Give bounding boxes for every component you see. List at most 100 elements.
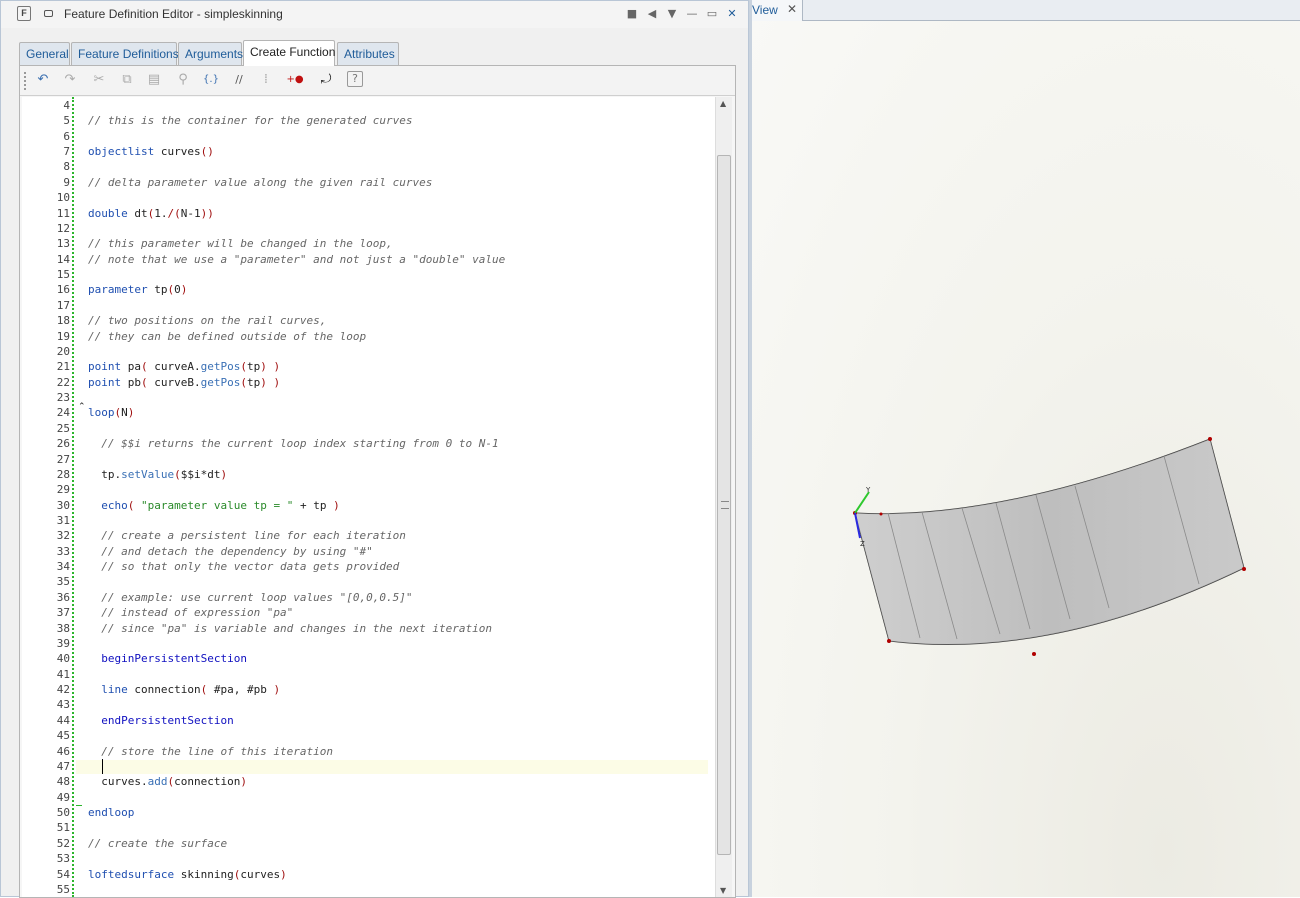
grid-icon[interactable]: ⁞ [257, 71, 275, 89]
fold-end-marker [76, 805, 82, 806]
code-token: point [88, 376, 122, 389]
stop-icon[interactable]: ■ [624, 5, 640, 23]
line-number: 43 [56, 698, 70, 711]
code-token: ) [280, 868, 287, 881]
code-token: setValue [121, 468, 175, 481]
code-token: ( [240, 360, 247, 373]
line-number: 28 [56, 468, 70, 481]
line-number: 11 [56, 207, 70, 220]
close-button[interactable]: ✕ [724, 5, 740, 23]
line-number: 22 [56, 376, 70, 389]
code-line: // instead of expression "pa" [88, 606, 293, 620]
tab-general[interactable]: General [19, 42, 70, 66]
code-line: echo( "parameter value tp = " + tp ) [88, 499, 339, 513]
line-number: 17 [56, 299, 70, 312]
code-token: dt [127, 207, 148, 220]
undo-icon[interactable]: ↶ [34, 71, 52, 89]
line-number: 42 [56, 683, 70, 696]
line-number: 25 [56, 422, 70, 435]
line-number: 9 [63, 176, 70, 189]
code-token: ) [127, 406, 135, 419]
line-number: 14 [56, 253, 70, 266]
scroll-up-icon[interactable]: ▲ [720, 99, 726, 108]
scroll-down-icon[interactable]: ▼ [720, 886, 726, 895]
tab-attributes[interactable]: Attributes [337, 42, 399, 66]
cut-icon[interactable]: ✂ [90, 71, 108, 89]
surface-shading [855, 439, 1244, 645]
code-line: // since "pa" is variable and changes in… [88, 622, 492, 636]
redo-icon[interactable]: ↷ [61, 71, 79, 89]
code-line: // and detach the dependency by using "#… [88, 545, 373, 559]
run-icon[interactable]: ⤾ [317, 71, 335, 89]
code-token: tp. [88, 468, 122, 481]
line-number: 21 [56, 360, 70, 373]
code-token: // store the line of this iteration [88, 745, 334, 758]
code-line: double dt(1./(N-1)) [88, 207, 214, 221]
code-editor[interactable]: 4 5 6 7 8 9 10 11 12 13 14 15 16 17 18 19 20 21 22 23 24 25 26… [22, 97, 715, 897]
y-axis-label: Y [865, 486, 871, 494]
code-token: ) [273, 683, 281, 696]
insert-bracket-icon[interactable]: {.} [202, 71, 220, 89]
line-number: 18 [56, 314, 70, 327]
code-line: objectlist curves() [88, 145, 214, 159]
window-menu-icon[interactable] [44, 10, 53, 17]
vertical-scrollbar[interactable]: ▲ ▼ [715, 97, 732, 897]
line-number: 32 [56, 529, 70, 542]
code-token: 1. [154, 207, 168, 220]
control-point[interactable] [1032, 652, 1036, 656]
line-number: 46 [56, 745, 70, 758]
line-number: 41 [56, 668, 70, 681]
close-view-icon[interactable]: ✕ [787, 2, 797, 16]
code-token: connection [174, 775, 241, 788]
code-token: // two positions on the rail curves, [88, 314, 327, 327]
code-token: beginPersistentSection [101, 652, 247, 665]
tab-feature-definitions[interactable]: Feature Definitions [71, 42, 179, 66]
editor-toolbar: ↶ ↷ ✂ ⧉ ▤ ⚲ {.} // ⁞ +● ⤾ ? [20, 66, 735, 96]
line-number: 35 [56, 575, 70, 588]
code-token: ( [174, 468, 181, 481]
maximize-button[interactable]: ▭ [704, 5, 720, 23]
code-token: tp [246, 376, 261, 389]
line-number: 20 [56, 345, 70, 358]
editor-title-bar: F Feature Definition Editor - simpleskin… [1, 1, 748, 28]
text-caret [102, 759, 103, 774]
code-line: // store the line of this iteration [88, 745, 333, 759]
code-token: // note that we use a "parameter" and no… [88, 253, 506, 266]
scrollbar-thumb[interactable] [717, 155, 731, 855]
dropdown-icon[interactable]: ▼ [664, 5, 680, 23]
change-margin [72, 97, 76, 897]
code-line: point pb( curveB.getPos(tp) ) [88, 376, 280, 390]
fold-marker-icon[interactable]: ⌃ [78, 402, 86, 412]
tab-arguments[interactable]: Arguments [178, 42, 243, 66]
comment-icon[interactable]: // [230, 71, 248, 89]
code-token: () [200, 145, 214, 158]
control-point[interactable] [879, 512, 883, 516]
code-line: // example: use current loop values "[0,… [88, 591, 412, 605]
3d-viewport[interactable]: Y Z [752, 21, 1300, 897]
paste-icon[interactable]: ▤ [145, 71, 163, 89]
back-icon[interactable]: ◀ [644, 5, 660, 23]
help-icon[interactable]: ? [347, 71, 363, 87]
control-point[interactable] [1242, 567, 1246, 571]
find-icon[interactable]: ⚲ [174, 71, 192, 89]
code-token: // create the surface [88, 837, 228, 850]
add-item-icon[interactable]: +● [286, 71, 304, 89]
line-number: 19 [56, 330, 70, 343]
tab-view[interactable]: View ✕ [752, 0, 803, 21]
code-token: curveB. [147, 376, 201, 389]
line-number-gutter: 4 5 6 7 8 9 10 11 12 13 14 15 16 17 18 19 20 21 22 23 24 25 26… [22, 97, 71, 897]
toolbar-grip[interactable] [24, 72, 26, 90]
line-number: 15 [56, 268, 70, 281]
copy-icon[interactable]: ⧉ [118, 71, 136, 89]
code-line: beginPersistentSection [88, 652, 247, 666]
control-point[interactable] [887, 639, 891, 643]
line-number: 24 [56, 406, 70, 419]
tab-create-function[interactable]: Create Function [243, 40, 335, 66]
code-token: pb [121, 376, 141, 389]
3d-view-pane[interactable]: View ✕ Y Z [752, 0, 1300, 897]
code-token: // this is the container for the generat… [88, 114, 413, 127]
control-point[interactable] [1208, 437, 1212, 441]
minimize-button[interactable]: — [684, 5, 700, 23]
